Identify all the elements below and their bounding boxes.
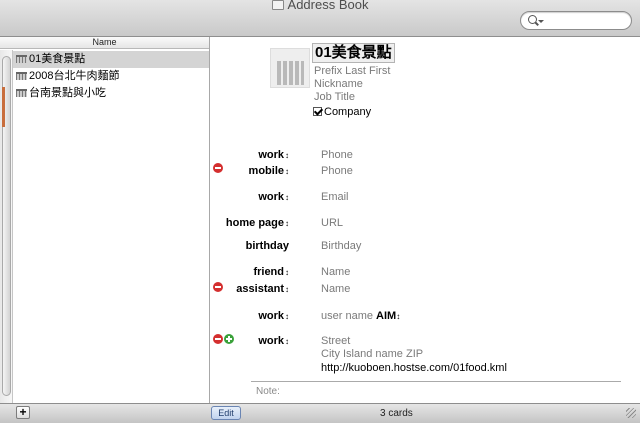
birthday-label: birthday bbox=[245, 240, 289, 252]
card-name-field[interactable]: 01美食景點 bbox=[312, 43, 395, 63]
edit-button[interactable]: Edit bbox=[211, 406, 241, 420]
search-icon bbox=[528, 15, 537, 24]
email-value[interactable]: Email bbox=[321, 191, 349, 203]
url-value[interactable]: URL bbox=[321, 217, 343, 229]
address-extra-line[interactable]: http://kuoboen.hostse.com/01food.kml bbox=[321, 362, 507, 374]
phone-field-work: work↕ Phone bbox=[211, 149, 611, 163]
group-list: 01美食景點 2008台北牛肉麵節 台南景點與小吃 bbox=[13, 51, 209, 102]
im-service-popup[interactable]: AIM↕ bbox=[376, 310, 400, 322]
company-checkbox[interactable] bbox=[313, 107, 322, 116]
phone-label-popup[interactable]: work↕ bbox=[258, 149, 289, 161]
name-column-header[interactable]: Name bbox=[0, 37, 209, 49]
phone-label-popup[interactable]: mobile↕ bbox=[249, 165, 289, 177]
address-book-icon bbox=[271, 0, 284, 10]
group-item-beef-noodle-festival[interactable]: 2008台北牛肉麵節 bbox=[13, 68, 209, 85]
related-value[interactable]: Name bbox=[321, 283, 350, 295]
im-value: user name AIM↕ bbox=[321, 310, 400, 322]
address-label-popup[interactable]: work↕ bbox=[258, 335, 289, 347]
birthday-value[interactable]: Birthday bbox=[321, 240, 361, 252]
note-label[interactable]: Note: bbox=[256, 386, 280, 397]
address-extra-row: http://kuoboen.hostse.com/01food.kml bbox=[211, 362, 611, 376]
address-street[interactable]: Street bbox=[321, 335, 350, 347]
phone-value[interactable]: Phone bbox=[321, 149, 353, 161]
im-field: work↕ user name AIM↕ bbox=[211, 310, 611, 324]
bottom-bar: + Edit 3 cards bbox=[0, 403, 640, 423]
birthday-field: birthday Birthday bbox=[211, 240, 611, 254]
scrollbar-thumb[interactable] bbox=[2, 56, 11, 396]
contact-photo[interactable] bbox=[270, 48, 310, 88]
related-label-popup[interactable]: friend↕ bbox=[253, 266, 289, 278]
nickname-field[interactable]: Nickname bbox=[314, 78, 363, 90]
vertical-scrollbar[interactable] bbox=[0, 50, 13, 423]
email-field: work↕ Email bbox=[211, 191, 611, 205]
prefix-last-first-field[interactable]: Prefix Last First bbox=[314, 65, 390, 77]
related-label-popup[interactable]: assistant↕ bbox=[236, 283, 289, 295]
company-row: Company bbox=[313, 106, 371, 118]
related-value[interactable]: Name bbox=[321, 266, 350, 278]
url-label-popup[interactable]: home page↕ bbox=[226, 217, 289, 229]
job-title-field[interactable]: Job Title bbox=[314, 91, 355, 103]
card-count: 3 cards bbox=[380, 408, 413, 419]
phone-value[interactable]: Phone bbox=[321, 165, 353, 177]
address-field: work↕ Street bbox=[211, 335, 611, 349]
email-label-popup[interactable]: work↕ bbox=[258, 191, 289, 203]
resize-handle[interactable] bbox=[626, 408, 636, 418]
related-field-assistant: assistant↕ Name bbox=[211, 283, 611, 297]
address-city-line[interactable]: City Island name ZIP bbox=[321, 348, 423, 360]
title-bar: Address Book bbox=[0, 0, 640, 37]
group-icon bbox=[16, 55, 27, 63]
group-icon bbox=[16, 72, 27, 80]
add-group-button[interactable]: + bbox=[16, 406, 30, 419]
im-username[interactable]: user name bbox=[321, 310, 373, 322]
chevron-down-icon bbox=[538, 20, 544, 23]
group-icon bbox=[16, 89, 27, 97]
group-item-tainan-spots[interactable]: 台南景點與小吃 bbox=[13, 85, 209, 102]
url-field: home page↕ URL bbox=[211, 217, 611, 231]
group-item-01-food[interactable]: 01美食景點 bbox=[13, 51, 209, 68]
address-city-row: City Island name ZIP bbox=[211, 348, 611, 362]
phone-field-mobile: mobile↕ Phone bbox=[211, 165, 611, 179]
related-field-friend: friend↕ Name bbox=[211, 266, 611, 280]
group-pane: Name 01美食景點 2008台北牛肉麵節 台南景點與小吃 bbox=[0, 37, 210, 423]
card-pane: 01美食景點 Prefix Last First Nickname Job Ti… bbox=[211, 37, 640, 403]
search-field[interactable] bbox=[520, 11, 632, 30]
note-divider bbox=[251, 381, 621, 382]
im-label-popup[interactable]: work↕ bbox=[258, 310, 289, 322]
